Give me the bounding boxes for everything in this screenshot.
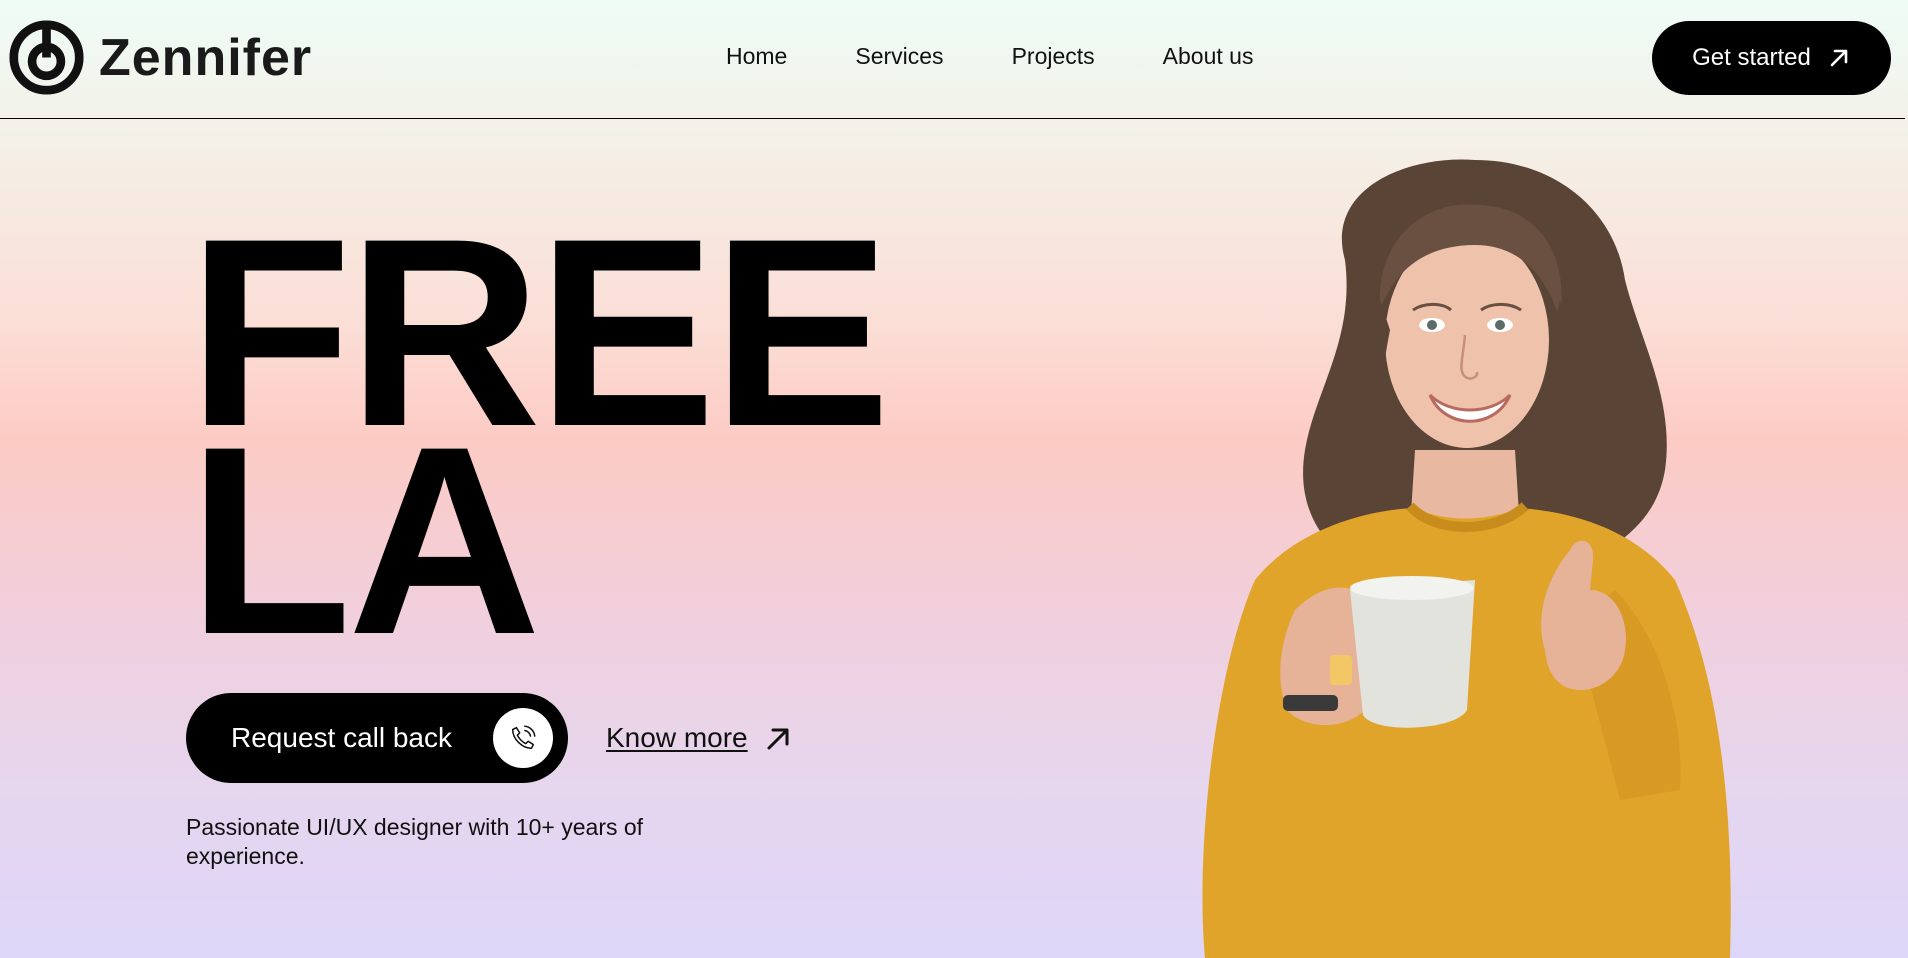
hero-title: FREE LA (188, 198, 891, 674)
request-call-back-button[interactable]: Request call back (186, 693, 568, 783)
hero-tagline: Passionate UI/UX designer with 10+ years… (186, 814, 644, 869)
get-started-label: Get started (1692, 44, 1811, 71)
nav-item-projects[interactable]: Projects (1012, 43, 1095, 70)
nav-item-home[interactable]: Home (726, 43, 787, 70)
nav-item-services[interactable]: Services (855, 43, 943, 70)
nav-item-about-us[interactable]: About us (1163, 43, 1254, 70)
phone-call-icon (493, 708, 553, 768)
main-nav: Home Services Projects About us (726, 43, 1253, 70)
hero-actions: Request call back Know more (186, 693, 792, 783)
arrow-up-right-icon (1830, 49, 1848, 67)
brand-name: Zennifer (99, 28, 313, 87)
request-call-back-label: Request call back (231, 722, 453, 753)
get-started-button[interactable]: Get started (1652, 21, 1891, 95)
power-ring-icon (9, 20, 84, 95)
brand-logo[interactable]: Zennifer (8, 19, 312, 96)
arrow-up-right-icon (767, 728, 789, 750)
site-header: Zennifer Home Services Projects About us… (0, 0, 1905, 119)
know-more-label: Know more (606, 722, 748, 753)
portrait-image (1202, 159, 1731, 958)
know-more-link[interactable]: Know more (606, 722, 792, 754)
